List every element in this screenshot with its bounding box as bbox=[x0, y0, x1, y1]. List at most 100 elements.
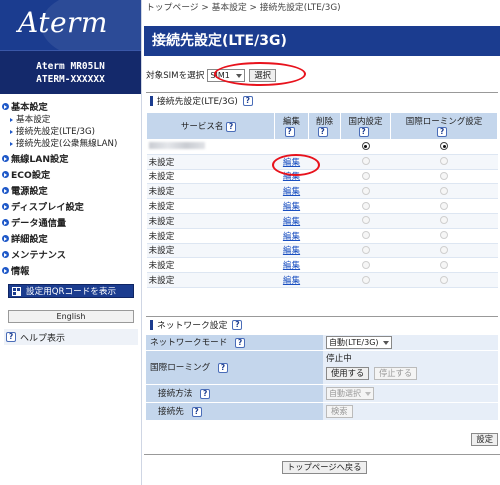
help-icon: ? bbox=[6, 332, 16, 342]
network-mode-select[interactable]: 自動(LTE/3G) bbox=[326, 335, 392, 349]
table-row: 未設定 編集 bbox=[146, 228, 498, 244]
side-menu: 基本設定 基本設定 接続先設定(LTE/3G) 接続先設定(公衆無線LAN) 無… bbox=[0, 94, 141, 278]
edit-link[interactable]: 編集 bbox=[283, 246, 300, 256]
network-row-destination: 接続先 ? 検索 bbox=[146, 402, 498, 421]
service-name: 未設定 bbox=[146, 183, 275, 200]
network-row-mode: ネットワークモード ? 自動(LTE/3G) bbox=[146, 335, 498, 351]
help-icon[interactable]: ? bbox=[226, 122, 237, 132]
help-icon[interactable]: ? bbox=[217, 363, 228, 373]
model-name: Aterm MR05LN bbox=[36, 61, 105, 72]
menu-maintenance[interactable]: メンテナンス bbox=[2, 246, 141, 262]
arrow-circle-icon bbox=[2, 266, 9, 274]
edit-link[interactable]: 編集 bbox=[283, 232, 300, 242]
edit-link[interactable]: 編集 bbox=[283, 187, 300, 197]
domestic-radio[interactable] bbox=[361, 216, 370, 225]
section-network: ネットワーク設定 ? bbox=[146, 316, 498, 332]
help-icon[interactable]: ? bbox=[242, 95, 253, 106]
arrow-circle-icon bbox=[2, 102, 9, 110]
mode-label: ネットワークモード bbox=[150, 338, 228, 349]
network-row-method: 接続方法 ? 自動選択 bbox=[146, 384, 498, 403]
menu-info[interactable]: 情報 bbox=[2, 262, 141, 278]
triangle-icon bbox=[10, 130, 13, 134]
arrow-circle-icon bbox=[2, 250, 9, 258]
domestic-radio[interactable] bbox=[361, 260, 370, 269]
roaming-radio[interactable] bbox=[440, 275, 448, 284]
roaming-use-button[interactable]: 使用する bbox=[326, 366, 370, 380]
help-icon[interactable]: ? bbox=[191, 407, 202, 417]
triangle-icon bbox=[10, 118, 13, 122]
sidebar: Aterm Aterm MR05LN ATERM-XXXXXX 基本設定 基本設… bbox=[0, 0, 142, 485]
help-icon[interactable]: ? bbox=[235, 338, 246, 349]
triangle-icon bbox=[10, 142, 13, 146]
domestic-radio[interactable] bbox=[361, 275, 370, 284]
network-row-roaming: 国際ローミング ? 停止中 使用する 停止する bbox=[146, 350, 498, 385]
domestic-radio[interactable] bbox=[361, 201, 370, 210]
edit-link[interactable]: 編集 bbox=[283, 261, 300, 271]
menu-basic-settings[interactable]: 基本設定 bbox=[2, 98, 141, 114]
menu-eco[interactable]: ECO設定 bbox=[2, 166, 141, 182]
service-name: 未設定 bbox=[146, 154, 275, 170]
menu-display[interactable]: ディスプレイ設定 bbox=[2, 198, 141, 214]
domestic-radio[interactable] bbox=[361, 142, 370, 151]
qr-code-icon bbox=[12, 286, 21, 296]
roaming-radio[interactable] bbox=[440, 245, 448, 254]
help-toggle[interactable]: ? ヘルプ表示 bbox=[4, 329, 138, 345]
table-row: 未設定 編集 bbox=[146, 169, 498, 185]
edit-link[interactable]: 編集 bbox=[283, 217, 300, 227]
table-row: 未設定 編集 bbox=[146, 154, 498, 170]
sim-label: 対象SIMを選択 bbox=[146, 71, 205, 81]
menu-sub-lte[interactable]: 接続先設定(LTE/3G) bbox=[2, 126, 141, 138]
arrow-circle-icon bbox=[2, 234, 9, 242]
section-title: 接続先設定(LTE/3G) bbox=[157, 97, 238, 107]
service-name: 未設定 bbox=[146, 272, 275, 288]
roaming-radio[interactable] bbox=[440, 201, 448, 210]
domestic-radio[interactable] bbox=[361, 245, 370, 254]
help-icon[interactable]: ? bbox=[437, 127, 447, 137]
roaming-radio[interactable] bbox=[440, 142, 448, 151]
roaming-radio[interactable] bbox=[440, 186, 448, 195]
domestic-radio[interactable] bbox=[361, 186, 370, 195]
menu-sub-public-wlan[interactable]: 接続先設定(公衆無線LAN) bbox=[2, 138, 141, 150]
help-icon[interactable]: ? bbox=[284, 127, 295, 137]
help-icon[interactable]: ? bbox=[358, 127, 369, 137]
english-button[interactable]: English bbox=[8, 310, 134, 323]
arrow-circle-icon bbox=[2, 202, 9, 210]
menu-data-usage[interactable]: データ通信量 bbox=[2, 214, 141, 230]
menu-advanced[interactable]: 詳細設定 bbox=[2, 230, 141, 246]
method-label: 接続方法 bbox=[158, 389, 193, 399]
edit-link[interactable]: 編集 bbox=[283, 276, 300, 286]
help-icon[interactable]: ? bbox=[317, 127, 328, 137]
connection-table: サービス名 ? 編集? 削除? 国内設定? 国際ローミング設定? 未設定 編集 bbox=[146, 112, 498, 288]
menu-sub-basic[interactable]: 基本設定 bbox=[2, 114, 141, 126]
main-content: トップページ > 基本設定 > 接続先設定(LTE/3G) 接続先設定(LTE/… bbox=[144, 0, 500, 485]
edit-link[interactable]: 編集 bbox=[283, 202, 300, 212]
roaming-radio[interactable] bbox=[440, 231, 448, 240]
service-name-blurred bbox=[146, 139, 275, 155]
roaming-radio[interactable] bbox=[440, 157, 448, 166]
page-title: 接続先設定(LTE/3G) bbox=[144, 26, 500, 56]
connection-method-select[interactable]: 自動選択 bbox=[326, 386, 374, 400]
roaming-radio[interactable] bbox=[440, 260, 448, 269]
menu-wireless-lan[interactable]: 無線LAN設定 bbox=[2, 150, 141, 166]
service-name: 未設定 bbox=[146, 198, 275, 214]
col-service: サービス名 ? bbox=[146, 112, 275, 140]
roaming-radio[interactable] bbox=[440, 171, 448, 180]
show-qr-button[interactable]: 設定用QRコードを表示 bbox=[8, 284, 134, 298]
service-name: 未設定 bbox=[146, 228, 275, 244]
help-icon[interactable]: ? bbox=[232, 319, 243, 330]
help-icon[interactable]: ? bbox=[200, 389, 211, 399]
back-to-top-button[interactable]: トップページへ戻る bbox=[282, 461, 367, 474]
arrow-circle-icon bbox=[2, 218, 9, 226]
roaming-stop-button[interactable]: 停止する bbox=[373, 366, 418, 380]
col-delete: 削除? bbox=[308, 112, 341, 140]
menu-power[interactable]: 電源設定 bbox=[2, 182, 141, 198]
search-button[interactable]: 検索 bbox=[326, 404, 353, 418]
table-row: 未設定 編集 bbox=[146, 198, 498, 214]
domestic-radio[interactable] bbox=[361, 171, 370, 180]
col-edit: 編集? bbox=[274, 112, 309, 140]
settings-button[interactable]: 設定 bbox=[471, 433, 498, 446]
domestic-radio[interactable] bbox=[361, 157, 370, 166]
table-row: 未設定 編集 bbox=[146, 183, 498, 200]
domestic-radio[interactable] bbox=[361, 231, 370, 240]
roaming-radio[interactable] bbox=[440, 216, 448, 225]
